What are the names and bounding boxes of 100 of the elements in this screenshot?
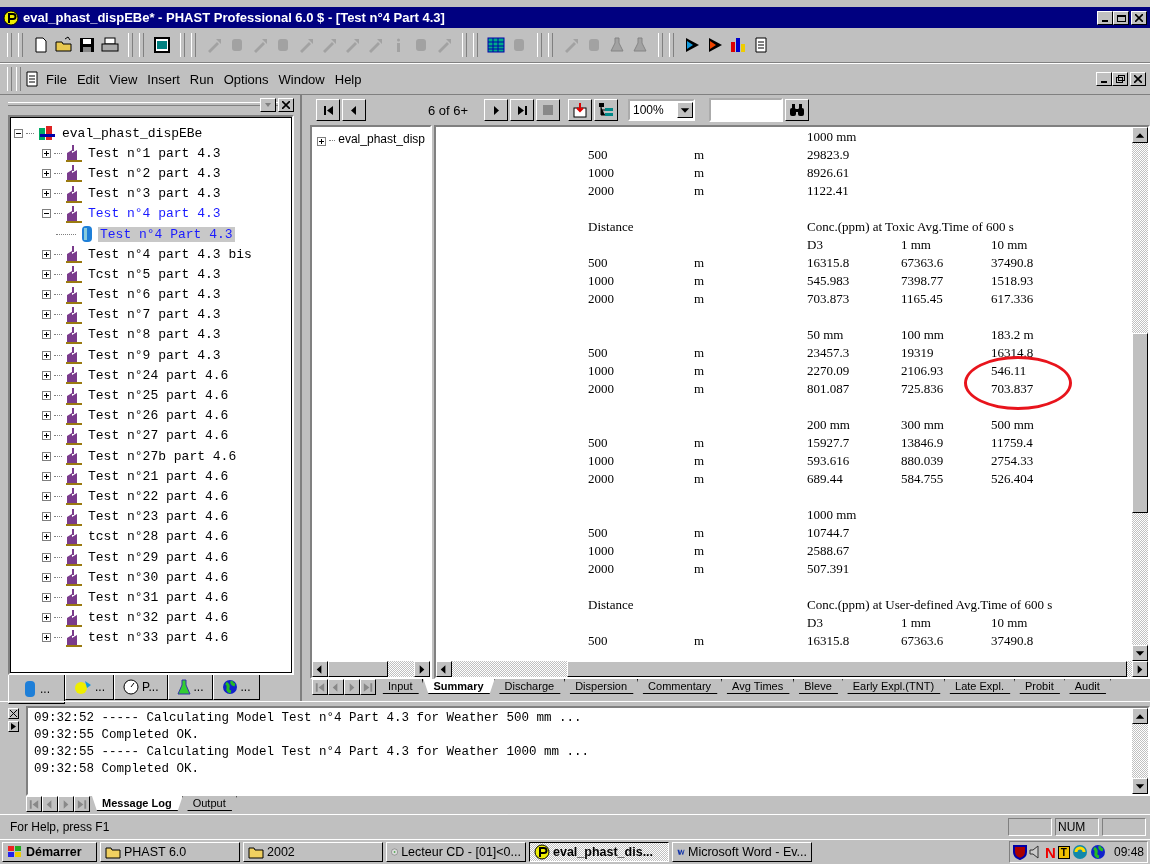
expand-toggle[interactable]	[42, 411, 51, 421]
previous-page-button[interactable]	[342, 99, 366, 121]
menu-item[interactable]: Run	[185, 69, 218, 89]
expand-toggle[interactable]	[42, 290, 51, 300]
expand-toggle[interactable]	[42, 310, 51, 320]
panel-tab[interactable]: ...	[212, 675, 260, 700]
tree-item[interactable]: Test n°26 part 4.6	[86, 408, 231, 424]
expand-toggle[interactable]	[42, 512, 51, 522]
log-tab[interactable]: Message Log	[92, 796, 183, 811]
last-page-button[interactable]	[510, 99, 534, 121]
grid-icon[interactable]	[487, 36, 505, 54]
taskbar-button[interactable]: Lecteur CD - [01]<0...	[386, 842, 526, 862]
tree-item[interactable]: Test n°23 part 4.6	[86, 509, 231, 525]
first-page-button[interactable]	[316, 99, 340, 121]
menu-item[interactable]: File	[42, 69, 71, 89]
zoom-dropdown[interactable]: 100%	[628, 99, 695, 121]
maximize-button[interactable]	[1113, 10, 1129, 25]
expand-toggle[interactable]	[42, 613, 51, 623]
tree-item[interactable]: Test n°3 part 4.3	[86, 186, 223, 202]
scroll-up-button[interactable]	[1132, 127, 1148, 143]
scroll-down-button[interactable]	[1132, 645, 1148, 661]
close-button[interactable]	[278, 98, 294, 112]
tray-icon[interactable]: T	[1057, 845, 1070, 859]
tree-item[interactable]: test n°33 part 4.6	[86, 630, 231, 646]
tree-item[interactable]: Test n°6 part 4.3	[86, 287, 223, 303]
panel-tab[interactable]: ...	[8, 675, 65, 704]
menu-item[interactable]: Options	[219, 69, 273, 89]
panel-tab[interactable]: ...	[167, 675, 213, 700]
tree-toggle-button[interactable]	[594, 99, 618, 121]
tree-item[interactable]: Test n°29 part 4.6	[86, 549, 231, 565]
panel-tab[interactable]: P...	[114, 675, 168, 700]
tree-item[interactable]: Test n°4 part 4.3 bis	[86, 246, 254, 262]
shield-icon[interactable]	[1013, 844, 1027, 860]
collapse-toggle[interactable]	[42, 209, 51, 219]
taskbar-button[interactable]: eval_phast_dis...	[529, 842, 669, 862]
next-page-button[interactable]	[484, 99, 508, 121]
taskbar-button[interactable]: Microsoft Word - Ev...	[672, 842, 812, 862]
expand-toggle[interactable]	[42, 451, 51, 461]
panel-tab[interactable]: ...	[65, 675, 115, 700]
menu-item[interactable]: Insert	[143, 69, 184, 89]
expand-toggle[interactable]	[42, 269, 51, 279]
menu-item[interactable]: Help	[330, 69, 366, 89]
search-field[interactable]	[709, 98, 783, 122]
close-button[interactable]	[1130, 72, 1146, 86]
tree-item[interactable]: Test n°21 part 4.6	[86, 468, 231, 484]
expand-toggle[interactable]	[42, 431, 51, 441]
start-button[interactable]: Démarrer	[2, 842, 97, 862]
scroll-up-button[interactable]	[1132, 708, 1148, 724]
restore-button[interactable]	[1112, 72, 1128, 86]
expand-button[interactable]	[8, 721, 19, 732]
tree-item[interactable]: Test n°4 part 4.3	[86, 206, 223, 222]
expand-toggle[interactable]	[42, 350, 51, 360]
tree-item[interactable]: Test n°30 part 4.6	[86, 569, 231, 585]
save-icon[interactable]	[78, 36, 96, 54]
tree-item[interactable]: tcst n°28 part 4.6	[86, 529, 231, 545]
tree-item[interactable]: Test n°31 part 4.6	[86, 589, 231, 605]
open-folder-icon[interactable]	[55, 36, 73, 54]
window-icon[interactable]	[153, 36, 171, 54]
bar-chart-icon[interactable]	[729, 36, 747, 54]
tree-item[interactable]: Test n°2 part 4.3	[86, 165, 223, 181]
tree-item[interactable]: Test n°8 part 4.3	[86, 327, 223, 343]
minimize-button[interactable]	[1096, 72, 1112, 86]
expand-toggle[interactable]	[42, 370, 51, 380]
tree-item[interactable]: eval_phast_dispEBe	[60, 125, 205, 141]
tree-item[interactable]: Test n°24 part 4.6	[86, 367, 231, 383]
export-button[interactable]	[568, 99, 592, 121]
tree-item[interactable]: test n°32 part 4.6	[86, 610, 231, 626]
menu-item[interactable]: Edit	[72, 69, 104, 89]
taskbar-button[interactable]: PHAST 6.0	[100, 842, 240, 862]
tree-item[interactable]: eval_phast_disp	[338, 132, 425, 146]
tree-item[interactable]: Test n°1 part 4.3	[86, 145, 223, 161]
close-button[interactable]	[1131, 10, 1147, 25]
expand-toggle[interactable]	[42, 189, 51, 199]
expand-toggle[interactable]	[42, 391, 51, 401]
tree-item[interactable]: Test n°4 Part 4.3	[98, 226, 235, 242]
play-icon[interactable]	[683, 36, 701, 54]
expand-toggle[interactable]	[42, 330, 51, 340]
tree-item[interactable]: Test n°22 part 4.6	[86, 488, 231, 504]
minimize-button[interactable]	[1097, 10, 1113, 25]
expand-toggle[interactable]	[42, 633, 51, 643]
expand-toggle[interactable]	[42, 491, 51, 501]
scroll-left-button[interactable]	[436, 661, 452, 677]
expand-toggle[interactable]	[42, 249, 51, 259]
search-button[interactable]	[785, 99, 809, 121]
taskbar-button[interactable]: 2002	[243, 842, 383, 862]
tree-item[interactable]: Test n°7 part 4.3	[86, 307, 223, 323]
scroll-right-button[interactable]	[414, 661, 430, 677]
swirl-icon[interactable]	[1071, 844, 1088, 860]
expand-toggle[interactable]	[42, 168, 51, 178]
tree-item[interactable]: Test n°25 part 4.6	[86, 388, 231, 404]
scroll-right-button[interactable]	[1132, 661, 1148, 677]
scroll-left-button[interactable]	[312, 661, 328, 677]
document-icon[interactable]	[752, 36, 770, 54]
tree-item[interactable]: Tcst n°5 part 4.3	[86, 266, 223, 282]
printer-icon[interactable]	[101, 36, 119, 54]
tree-item[interactable]: Test n°9 part 4.3	[86, 347, 223, 363]
menu-item[interactable]: View	[105, 69, 142, 89]
expand-toggle[interactable]	[317, 137, 326, 146]
expand-toggle[interactable]	[42, 532, 51, 542]
dropdown-button[interactable]	[260, 98, 276, 112]
